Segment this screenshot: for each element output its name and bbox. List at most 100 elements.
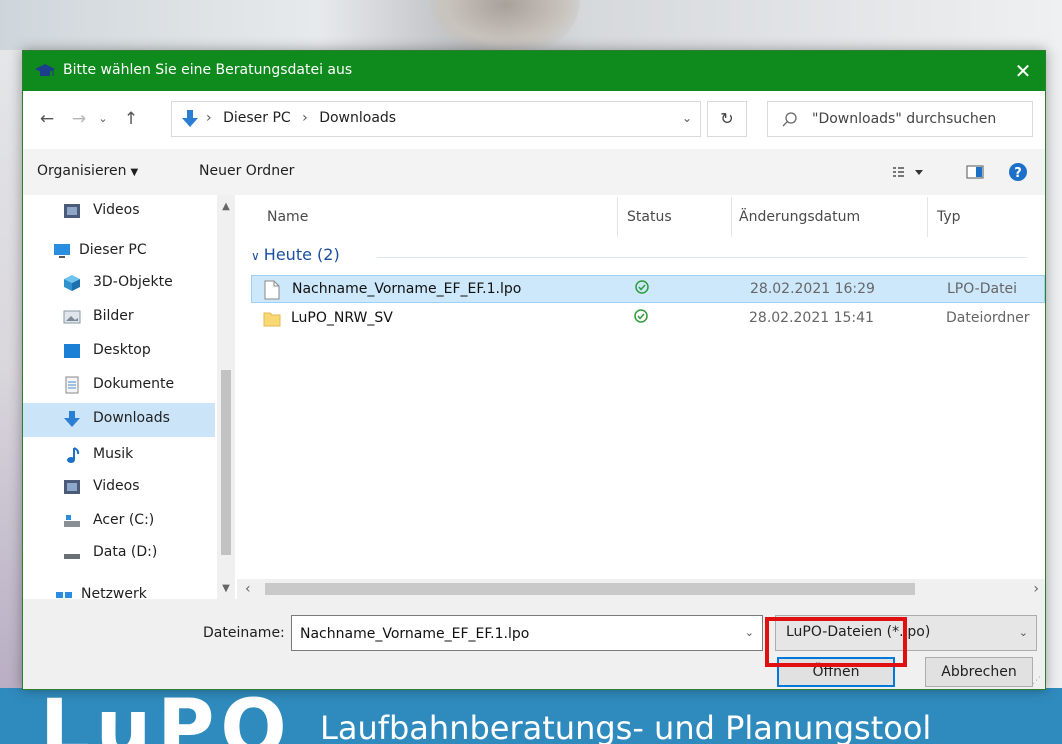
forward-button[interactable]: → [67, 105, 91, 133]
breadcrumb: › Dieser PC › Downloads [206, 110, 396, 126]
scrollbar-thumb[interactable] [221, 370, 231, 555]
breadcrumb-this-pc[interactable]: Dieser PC [223, 110, 291, 126]
nav-item-label: Acer (C:) [93, 512, 155, 528]
nav-item-downloads[interactable]: Downloads [23, 403, 215, 437]
scroll-down-icon[interactable]: ▼ [217, 581, 235, 597]
chevron-down-icon: ⌄ [98, 112, 108, 125]
help-icon: ? [1009, 163, 1027, 181]
file-list: Name Status Änderungsdatum Typ ∨ Heute (2… [237, 195, 1045, 599]
dialog-titlebar: Bitte wählen Sie eine Beratungsdatei aus… [23, 51, 1045, 91]
nav-item-drive-c[interactable]: Acer (C:) [23, 505, 215, 537]
group-divider [377, 257, 1027, 258]
search-icon [782, 112, 797, 127]
group-header-today[interactable]: ∨ Heute (2) [251, 245, 340, 264]
nav-item-network[interactable]: Netzwerk [23, 579, 215, 599]
file-type: Dateiordner [946, 310, 1030, 326]
file-list-horizontal-scrollbar[interactable]: ‹ › [237, 579, 1045, 599]
view-options-button[interactable] [891, 161, 927, 183]
cancel-button[interactable]: Abbrechen [925, 657, 1033, 687]
back-button[interactable]: ← [35, 105, 59, 133]
music-icon [67, 447, 80, 463]
chevron-down-icon[interactable]: ⌄ [682, 111, 692, 125]
command-bar: Organisieren ▼ Neuer Ordner ? [23, 149, 1045, 195]
nav-item-drive-d[interactable]: Data (D:) [23, 537, 215, 569]
file-type: LPO-Datei [947, 281, 1018, 297]
column-header-type[interactable]: Typ [937, 209, 961, 225]
background-left-strip [0, 50, 22, 690]
column-header-date[interactable]: Änderungsdatum [739, 209, 860, 225]
nav-item-label: Musik [93, 446, 134, 462]
nav-item-label: Videos [93, 478, 140, 494]
recent-locations-button[interactable]: ⌄ [95, 105, 111, 133]
file-type-filter[interactable]: LuPO-Dateien (*.lpo) ⌄ [775, 615, 1037, 651]
nav-item-pictures[interactable]: Bilder [23, 301, 215, 333]
navigation-pane: Videos Dieser PC 3D-Objekte Bilder Deskt… [23, 195, 235, 599]
dialog-footer: Dateiname: ⌄ LuPO-Dateien (*.lpo) ⌄ Öffn… [23, 599, 1045, 689]
arrow-right-icon: → [71, 109, 87, 129]
preview-pane-button[interactable] [965, 161, 987, 183]
refresh-button[interactable]: ↻ [707, 101, 747, 137]
column-divider[interactable] [927, 197, 928, 237]
computer-icon [54, 244, 70, 258]
search-input[interactable] [812, 109, 1024, 129]
new-folder-label: Neuer Ordner [199, 163, 295, 179]
sync-status-icon [634, 279, 650, 299]
filename-input[interactable] [300, 624, 730, 644]
navigation-row: ← → ⌄ ↑ › Dieser PC › Downloads ⌄ ↻ [23, 91, 1045, 149]
nav-item-3d-objects[interactable]: 3D-Objekte [23, 267, 215, 299]
nav-item-this-pc[interactable]: Dieser PC [23, 235, 215, 267]
scroll-left-icon[interactable]: ‹ [245, 581, 251, 597]
caret-down-icon: ▼ [130, 167, 139, 178]
file-type-filter-value: LuPO-Dateien (*.lpo) [786, 624, 931, 640]
arrow-up-icon: ↑ [123, 109, 139, 129]
search-box[interactable] [767, 101, 1033, 137]
navigation-pane-scrollbar[interactable]: ▲ ▼ [217, 195, 235, 599]
nav-item-label: 3D-Objekte [93, 274, 173, 290]
filename-combobox[interactable]: ⌄ [291, 615, 763, 651]
file-row[interactable]: LuPO_NRW_SV 28.02.2021 15:41 Dateiordner [251, 305, 1045, 333]
column-header-name[interactable]: Name [267, 209, 308, 225]
nav-item-label: Videos [93, 202, 140, 218]
scroll-right-icon[interactable]: › [1033, 581, 1039, 597]
chevron-down-icon[interactable]: ⌄ [745, 626, 754, 639]
nav-item-desktop[interactable]: Desktop [23, 335, 215, 367]
chevron-down-icon: ⌄ [1018, 626, 1028, 639]
column-header-status[interactable]: Status [627, 209, 672, 225]
nav-item-music[interactable]: Musik [23, 439, 215, 471]
folder-icon [263, 312, 281, 327]
close-button[interactable]: ✕ [1009, 57, 1037, 85]
nav-item-label: Netzwerk [81, 586, 147, 599]
group-label: Heute (2) [263, 245, 340, 264]
preview-pane-icon [966, 165, 984, 179]
view-list-icon [893, 167, 923, 177]
drive-icon [64, 515, 80, 527]
breadcrumb-separator: › [302, 110, 308, 126]
resize-grip-icon[interactable]: ⋰ [1032, 676, 1042, 686]
new-folder-button[interactable]: Neuer Ordner [199, 163, 294, 179]
breadcrumb-separator: › [206, 110, 212, 126]
open-button[interactable]: Öffnen [777, 657, 895, 687]
desktop-icon [64, 344, 80, 358]
column-divider[interactable] [617, 197, 618, 237]
background-right-strip [1045, 50, 1062, 690]
app-tagline: Laufbahnberatungs- und Planungstool [320, 709, 932, 744]
nav-item-videos-quick[interactable]: Videos [23, 195, 215, 227]
nav-item-videos[interactable]: Videos [23, 471, 215, 503]
file-date: 28.02.2021 16:29 [750, 281, 875, 297]
svg-text:?: ? [1014, 166, 1022, 181]
help-button[interactable]: ? [1007, 161, 1029, 183]
column-divider[interactable] [731, 197, 732, 237]
dialog-title: Bitte wählen Sie eine Beratungsdatei aus [63, 62, 353, 78]
address-bar[interactable]: › Dieser PC › Downloads ⌄ [171, 101, 701, 137]
nav-item-label: Data (D:) [93, 544, 158, 560]
organize-button[interactable]: Organisieren ▼ [37, 163, 138, 179]
sync-status-icon [633, 308, 649, 328]
nav-item-documents[interactable]: Dokumente [23, 369, 215, 401]
video-icon [64, 204, 80, 218]
pictures-icon [63, 310, 81, 324]
file-row[interactable]: Nachname_Vorname_EF_EF.1.lpo 28.02.2021 … [251, 275, 1045, 303]
up-button[interactable]: ↑ [119, 105, 143, 133]
scrollbar-thumb[interactable] [265, 583, 915, 595]
scroll-up-icon[interactable]: ▲ [217, 199, 235, 215]
breadcrumb-downloads[interactable]: Downloads [319, 110, 396, 126]
